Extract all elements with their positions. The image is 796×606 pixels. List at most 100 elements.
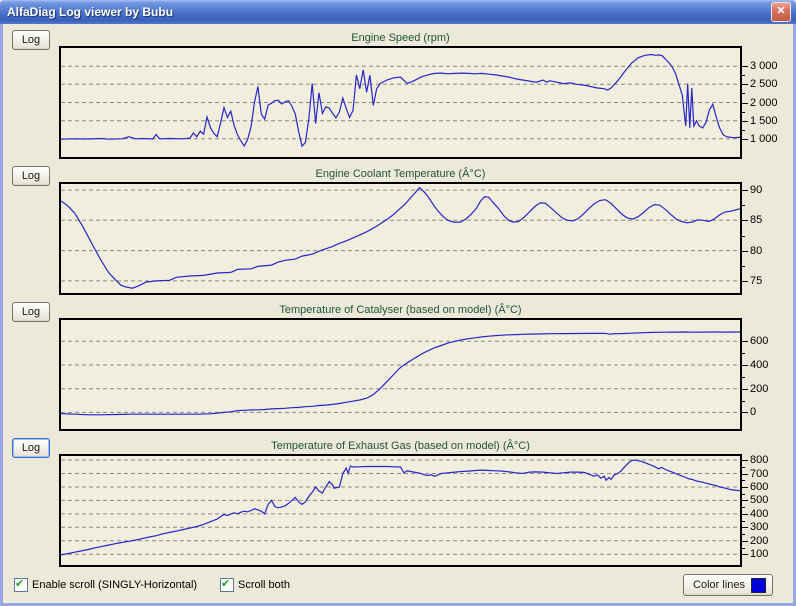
y-tick-label: 500 bbox=[750, 494, 769, 507]
log-button-catalyser-temp[interactable]: Log bbox=[12, 302, 50, 322]
chart-frame[interactable] bbox=[59, 318, 742, 431]
y-tick-mark bbox=[742, 487, 748, 488]
y-tick-label: 1 000 bbox=[750, 132, 778, 145]
y-tick-mark bbox=[742, 138, 748, 140]
y-tick-label: 3 000 bbox=[750, 60, 778, 73]
y-minor-tick bbox=[742, 400, 745, 402]
chart-panel-catalyser-temp: Log Temperature of Catalyser (based on m… bbox=[0, 301, 796, 437]
y-tick-mark bbox=[742, 190, 748, 192]
y-tick-label: 800 bbox=[750, 454, 769, 466]
scroll-both-label: Scroll both bbox=[238, 579, 290, 591]
series-line bbox=[61, 331, 740, 416]
color-lines-label: Color lines bbox=[693, 579, 745, 591]
y-tick-mark bbox=[742, 341, 748, 343]
y-minor-tick bbox=[742, 507, 745, 509]
y-minor-tick bbox=[742, 547, 745, 549]
app-window: AlfaDiag Log viewer by Bubu ✕ Log Engine… bbox=[0, 0, 796, 606]
window-border-left bbox=[0, 24, 3, 606]
chart-canvas[interactable] bbox=[61, 456, 740, 565]
y-tick-label: 1 500 bbox=[750, 114, 778, 127]
log-button-coolant-temp[interactable]: Log bbox=[12, 166, 50, 186]
y-tick-mark bbox=[742, 250, 748, 252]
y-tick-label: 85 bbox=[750, 214, 763, 227]
y-axis: 100 200 300 400 500 600 700 800 bbox=[742, 454, 794, 567]
enable-scroll-checkbox[interactable] bbox=[14, 577, 28, 592]
y-tick-mark bbox=[742, 473, 748, 475]
y-minor-tick bbox=[742, 75, 745, 77]
chart-canvas[interactable] bbox=[61, 320, 740, 429]
y-tick-mark bbox=[742, 412, 748, 414]
y-tick-label: 80 bbox=[750, 244, 763, 257]
y-tick-mark bbox=[742, 280, 748, 282]
y-axis: 0 200 400 600 bbox=[742, 318, 794, 431]
title-bar: AlfaDiag Log viewer by Bubu ✕ bbox=[0, 0, 796, 24]
chart-canvas[interactable] bbox=[61, 48, 740, 157]
y-tick-mark bbox=[742, 220, 748, 222]
y-tick-label: 75 bbox=[750, 274, 763, 287]
chart-frame[interactable] bbox=[59, 182, 742, 295]
y-minor-tick bbox=[742, 466, 745, 468]
y-minor-tick bbox=[742, 493, 745, 495]
enable-scroll-option: Enable scroll (SINGLY-Horizontal) bbox=[14, 577, 198, 592]
y-tick-label: 200 bbox=[750, 382, 769, 395]
y-tick-label: 400 bbox=[750, 359, 769, 371]
series-line bbox=[61, 186, 740, 289]
y-axis: 1 000 1 500 2 000 2 500 3 000 bbox=[742, 46, 794, 159]
close-icon: ✕ bbox=[776, 5, 786, 17]
y-tick-label: 100 bbox=[750, 548, 769, 561]
y-tick-mark bbox=[742, 66, 748, 68]
chart-frame[interactable] bbox=[59, 454, 742, 567]
chart-canvas[interactable] bbox=[61, 184, 740, 293]
y-tick-label: 200 bbox=[750, 534, 769, 547]
y-tick-label: 700 bbox=[750, 467, 769, 480]
color-swatch bbox=[751, 577, 766, 593]
y-tick-mark bbox=[742, 102, 748, 104]
y-minor-tick bbox=[742, 205, 745, 207]
y-tick-mark bbox=[742, 84, 748, 86]
y-tick-mark bbox=[742, 120, 748, 122]
y-tick-label: 600 bbox=[750, 335, 769, 348]
y-tick-mark bbox=[742, 388, 748, 390]
y-minor-tick bbox=[742, 480, 745, 482]
y-tick-label: 90 bbox=[750, 184, 763, 197]
scroll-both-checkbox[interactable] bbox=[220, 577, 234, 592]
chart-title: Engine Coolant Temperature (Â°C) bbox=[315, 168, 486, 180]
y-tick-mark bbox=[742, 460, 748, 461]
y-tick-mark bbox=[742, 500, 748, 502]
chart-frame[interactable] bbox=[59, 46, 742, 159]
y-minor-tick bbox=[742, 376, 745, 378]
y-minor-tick bbox=[742, 353, 745, 355]
y-minor-tick bbox=[742, 93, 745, 95]
window-title: AlfaDiag Log viewer by Bubu bbox=[7, 5, 174, 19]
chart-title: Engine Speed (rpm) bbox=[351, 32, 450, 44]
chart-panel-engine-speed: Log Engine Speed (rpm) 1 000 1 500 2 000 2 … bbox=[0, 29, 796, 165]
enable-scroll-label: Enable scroll (SINGLY-Horizontal) bbox=[32, 579, 198, 591]
y-tick-label: 400 bbox=[750, 507, 769, 520]
chart-panel-exhaust-temp: Log Temperature of Exhaust Gas (based on… bbox=[0, 437, 796, 573]
y-tick-label: 0 bbox=[750, 406, 757, 419]
y-axis: 75 80 85 90 bbox=[742, 182, 794, 295]
y-minor-tick bbox=[742, 265, 745, 267]
y-tick-mark bbox=[742, 540, 748, 542]
chart-title: Temperature of Exhaust Gas (based on mod… bbox=[271, 440, 530, 452]
chart-panel-coolant-temp: Log Engine Coolant Temperature (Â°C) 75 8… bbox=[0, 165, 796, 301]
log-button-exhaust-temp[interactable]: Log bbox=[12, 438, 50, 458]
y-minor-tick bbox=[742, 129, 745, 131]
y-tick-label: 300 bbox=[750, 521, 769, 534]
y-tick-label: 600 bbox=[750, 481, 769, 493]
y-tick-label: 2 000 bbox=[750, 96, 778, 109]
y-tick-mark bbox=[742, 513, 748, 515]
y-tick-mark bbox=[742, 554, 748, 556]
y-minor-tick bbox=[742, 520, 745, 522]
y-minor-tick bbox=[742, 534, 745, 535]
close-button[interactable]: ✕ bbox=[771, 2, 791, 22]
y-tick-label: 2 500 bbox=[750, 78, 778, 91]
series-line bbox=[61, 53, 740, 148]
y-minor-tick bbox=[742, 235, 745, 237]
color-lines-button[interactable]: Color lines bbox=[683, 574, 773, 596]
y-minor-tick bbox=[742, 111, 745, 113]
chart-title: Temperature of Catalyser (based on model… bbox=[279, 304, 522, 316]
log-button-engine-speed[interactable]: Log bbox=[12, 30, 50, 50]
y-tick-mark bbox=[742, 527, 748, 529]
scroll-both-option: Scroll both bbox=[220, 577, 290, 592]
